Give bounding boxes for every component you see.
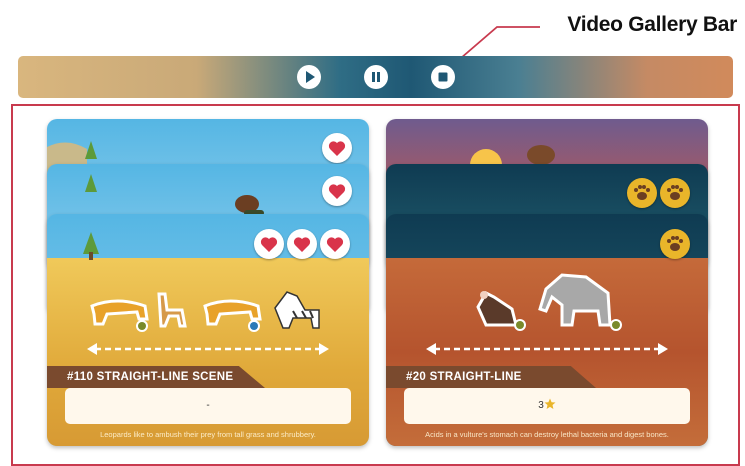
leopard-sticker <box>203 299 262 332</box>
paw-badge <box>660 229 690 259</box>
stop-icon <box>438 72 448 82</box>
heart-icon <box>293 237 311 252</box>
pause-icon <box>372 72 380 82</box>
heart-badge <box>254 229 284 259</box>
scene-info-value: - <box>206 400 210 411</box>
callout-label: Video Gallery Bar <box>567 13 737 36</box>
video-gallery-bar <box>18 56 733 98</box>
paw-icon <box>667 236 683 251</box>
scene-info-box: 3 <box>404 388 690 424</box>
paw-badge <box>660 178 690 208</box>
leopard-sticker <box>90 299 149 332</box>
scene-label: #20 STRAIGHT-LINE SCENE <box>386 366 596 388</box>
scene-caption: Acids in a vulture's stomach can destroy… <box>425 430 669 439</box>
star-icon <box>544 398 556 409</box>
heart-badge <box>322 133 352 163</box>
scene-label: #110 STRAIGHT-LINE SCENE <box>47 366 265 388</box>
heart-icon <box>260 237 278 252</box>
gazelle-sticker <box>157 292 187 328</box>
play-icon <box>306 71 315 83</box>
heart-badge <box>320 229 350 259</box>
paw-badge <box>627 178 657 208</box>
heart-icon <box>328 184 346 199</box>
scene-info-box: - <box>65 388 351 424</box>
straight-line-arrow <box>426 343 668 355</box>
scene-card-front-right[interactable]: #20 STRAIGHT-LINE SCENE 3 Acids in a vul… <box>386 214 708 446</box>
heart-icon <box>328 141 346 156</box>
heart-badge <box>287 229 317 259</box>
zebra-sticker <box>274 291 320 329</box>
paw-icon <box>667 185 683 200</box>
play-button[interactable] <box>297 65 321 89</box>
heart-badge <box>322 176 352 206</box>
straight-line-arrow <box>87 343 329 355</box>
elephant-sticker <box>538 273 622 331</box>
scene-caption: Leopards like to ambush their prey from … <box>100 430 316 439</box>
paw-icon <box>634 185 650 200</box>
scene-card-front-left[interactable]: #110 STRAIGHT-LINE SCENE - Leopards like… <box>47 214 369 446</box>
pause-button[interactable] <box>364 65 388 89</box>
heart-icon <box>326 237 344 252</box>
stop-button[interactable] <box>431 65 455 89</box>
vulture-sticker <box>476 291 526 331</box>
